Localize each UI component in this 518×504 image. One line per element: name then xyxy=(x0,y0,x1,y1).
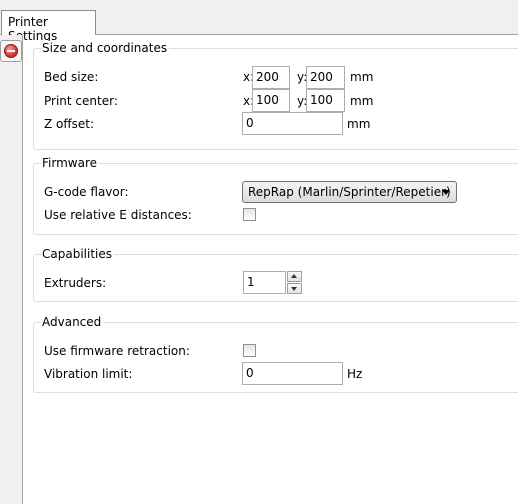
gcode-flavor-select[interactable]: RepRap (Marlin/Sprinter/Repetier) xyxy=(242,181,457,203)
arrow-down-icon xyxy=(291,287,297,291)
tab-strip: Printer Settings xyxy=(0,0,518,43)
z-offset-label: Z offset: xyxy=(44,117,95,131)
firmware-title: Firmware xyxy=(42,156,99,170)
capabilities-title: Capabilities xyxy=(42,247,114,261)
chevron-down-icon xyxy=(442,190,450,195)
print-center-label: Print center: xyxy=(44,94,118,108)
extruders-decrement-button[interactable] xyxy=(287,283,302,294)
gcode-flavor-label: G-code flavor: xyxy=(44,185,129,199)
tab-printer-settings[interactable]: Printer Settings xyxy=(1,10,96,43)
extruders-increment-button[interactable] xyxy=(287,271,302,282)
print-center-x-input[interactable]: 100 xyxy=(252,89,290,112)
bed-size-unit: mm xyxy=(350,70,374,84)
vibration-limit-unit: Hz xyxy=(347,367,363,381)
remove-preset-button[interactable] xyxy=(0,40,22,62)
z-offset-input[interactable]: 0 xyxy=(242,112,343,135)
bed-size-y-input[interactable]: 200 xyxy=(306,66,345,89)
relative-e-label: Use relative E distances: xyxy=(44,208,192,222)
extruders-input[interactable]: 1 xyxy=(243,271,286,294)
firmware-retraction-checkbox[interactable] xyxy=(243,344,256,357)
bed-size-x-input[interactable]: 200 xyxy=(252,66,290,89)
gcode-flavor-value: RepRap (Marlin/Sprinter/Repetier) xyxy=(248,185,451,199)
advanced-title: Advanced xyxy=(42,315,104,329)
firmware-retraction-label: Use firmware retraction: xyxy=(44,344,190,358)
vibration-limit-label: Vibration limit: xyxy=(44,367,133,381)
vibration-limit-input[interactable]: 0 xyxy=(242,362,343,385)
arrow-up-icon xyxy=(291,274,297,278)
bed-size-label: Bed size: xyxy=(44,70,99,84)
remove-icon xyxy=(4,44,18,58)
print-center-y-input[interactable]: 100 xyxy=(306,89,345,112)
size-coordinates-title: Size and coordinates xyxy=(42,41,170,55)
relative-e-checkbox[interactable] xyxy=(243,208,256,221)
z-offset-unit: mm xyxy=(347,117,371,131)
extruders-label: Extruders: xyxy=(44,276,107,290)
print-center-unit: mm xyxy=(350,94,374,108)
preset-sidebar xyxy=(0,35,23,504)
